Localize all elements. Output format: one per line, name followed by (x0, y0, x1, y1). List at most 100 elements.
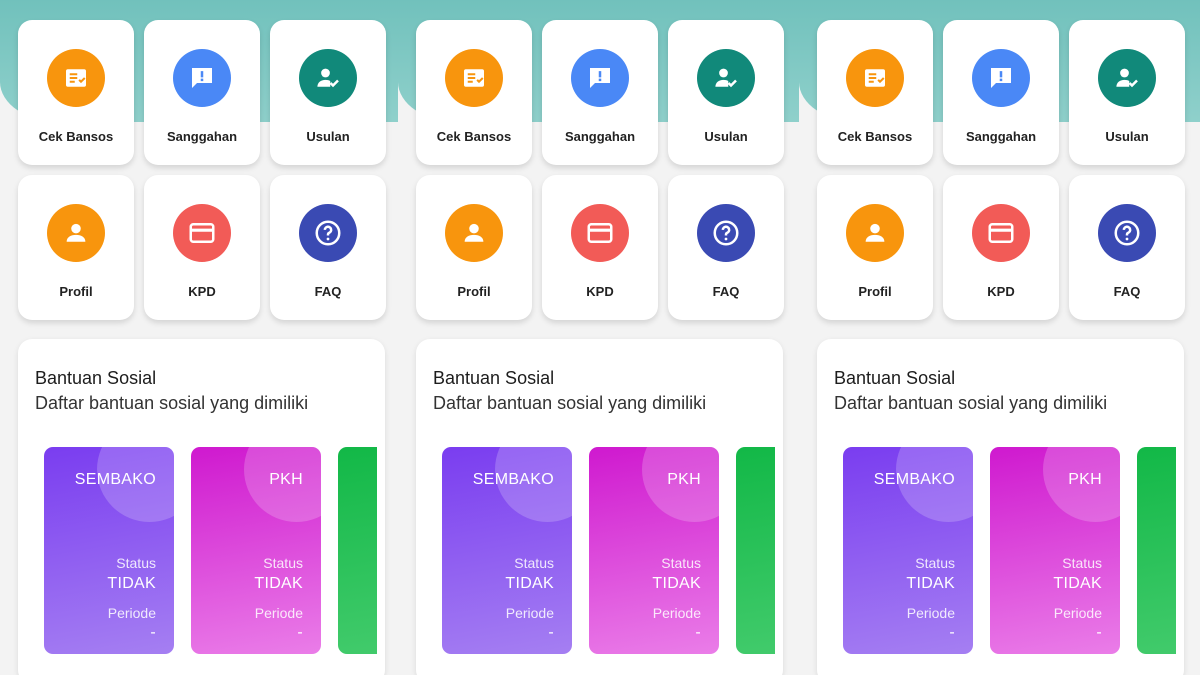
program-card-pkh[interactable]: PKH Status TIDAK Periode - (990, 447, 1120, 654)
status-value: TIDAK (254, 575, 303, 592)
menu-grid: Cek Bansos Sanggahan Usulan Profil KPD F… (18, 20, 386, 320)
menu-label: FAQ (1113, 284, 1141, 299)
user-check-icon (697, 49, 755, 107)
menu-item-usulan[interactable]: Usulan (270, 20, 386, 165)
checklist-icon (445, 49, 503, 107)
menu-label: Sanggahan (166, 129, 238, 144)
menu-label: Profil (858, 284, 892, 299)
periode-label: Periode (652, 605, 701, 621)
status-label: Status (263, 555, 303, 571)
program-card-partial[interactable] (1137, 447, 1176, 654)
program-card-sembako[interactable]: SEMBAKO Status TIDAK Periode - (843, 447, 973, 654)
program-card-pkh[interactable]: PKH Status TIDAK Periode - (191, 447, 321, 654)
menu-label: KPD (188, 284, 216, 299)
periode-value: - (548, 624, 554, 641)
person-icon (47, 204, 105, 262)
menu-label: FAQ (314, 284, 342, 299)
person-icon (445, 204, 503, 262)
status-label: Status (514, 555, 554, 571)
menu-item-profil[interactable]: Profil (416, 175, 532, 320)
menu-label: Profil (59, 284, 93, 299)
menu-item-usulan[interactable]: Usulan (668, 20, 784, 165)
screenshot-strip: Cek Bansos Sanggahan Usulan Profil KPD F… (0, 0, 1200, 675)
periode-value: - (297, 624, 303, 641)
person-icon (846, 204, 904, 262)
program-card-sembako[interactable]: SEMBAKO Status TIDAK Periode - (44, 447, 174, 654)
menu-item-sanggahan[interactable]: Sanggahan (144, 20, 260, 165)
user-check-icon (1098, 49, 1156, 107)
status-value: TIDAK (1053, 575, 1102, 592)
app-screen: Cek Bansos Sanggahan Usulan Profil KPD F… (0, 0, 398, 675)
menu-label: KPD (586, 284, 614, 299)
periode-label: Periode (906, 605, 955, 621)
menu-label: Sanggahan (965, 129, 1037, 144)
periode-value: - (1096, 624, 1102, 641)
menu-item-faq[interactable]: FAQ (668, 175, 784, 320)
menu-grid: Cek Bansos Sanggahan Usulan Profil KPD F… (416, 20, 784, 320)
program-card-pkh[interactable]: PKH Status TIDAK Periode - (589, 447, 719, 654)
checklist-icon (846, 49, 904, 107)
periode-label: Periode (1053, 605, 1102, 621)
menu-label: Cek Bansos (38, 129, 114, 144)
program-name: PKH (667, 471, 701, 488)
status-label: Status (661, 555, 701, 571)
menu-label: Cek Bansos (837, 129, 913, 144)
menu-item-cek-bansos[interactable]: Cek Bansos (18, 20, 134, 165)
app-screen: Cek Bansos Sanggahan Usulan Profil KPD F… (799, 0, 1200, 675)
menu-grid: Cek Bansos Sanggahan Usulan Profil KPD F… (817, 20, 1185, 320)
menu-item-kpd[interactable]: KPD (542, 175, 658, 320)
checklist-icon (47, 49, 105, 107)
periode-label: Periode (107, 605, 156, 621)
program-carousel[interactable]: SEMBAKO Status TIDAK Periode - PKH Statu… (442, 447, 775, 655)
periode-value: - (695, 624, 701, 641)
menu-label: FAQ (712, 284, 740, 299)
menu-label: Usulan (1105, 129, 1149, 144)
menu-item-sanggahan[interactable]: Sanggahan (542, 20, 658, 165)
bantuan-sosial-card: Bantuan Sosial Daftar bantuan sosial yan… (18, 339, 385, 675)
feedback-icon (571, 49, 629, 107)
credit-card-icon (173, 204, 231, 262)
credit-card-icon (571, 204, 629, 262)
help-icon (697, 204, 755, 262)
status-value: TIDAK (505, 575, 554, 592)
menu-label: Usulan (306, 129, 350, 144)
menu-item-usulan[interactable]: Usulan (1069, 20, 1185, 165)
section-title: Bantuan Sosial (433, 368, 555, 388)
program-carousel[interactable]: SEMBAKO Status TIDAK Periode - PKH Statu… (843, 447, 1176, 655)
status-value: TIDAK (652, 575, 701, 592)
menu-label: Usulan (704, 129, 748, 144)
status-value: TIDAK (906, 575, 955, 592)
program-carousel[interactable]: SEMBAKO Status TIDAK Periode - PKH Statu… (44, 447, 377, 655)
menu-label: Cek Bansos (436, 129, 512, 144)
menu-item-profil[interactable]: Profil (817, 175, 933, 320)
program-card-partial[interactable] (736, 447, 775, 654)
program-name: SEMBAKO (873, 471, 955, 488)
program-name: PKH (1068, 471, 1102, 488)
status-label: Status (116, 555, 156, 571)
menu-item-faq[interactable]: FAQ (270, 175, 386, 320)
bantuan-sosial-card: Bantuan Sosial Daftar bantuan sosial yan… (817, 339, 1184, 675)
section-title: Bantuan Sosial (35, 368, 157, 388)
menu-item-sanggahan[interactable]: Sanggahan (943, 20, 1059, 165)
help-icon (299, 204, 357, 262)
status-label: Status (915, 555, 955, 571)
program-card-sembako[interactable]: SEMBAKO Status TIDAK Periode - (442, 447, 572, 654)
menu-item-kpd[interactable]: KPD (144, 175, 260, 320)
menu-label: Sanggahan (564, 129, 636, 144)
menu-item-cek-bansos[interactable]: Cek Bansos (416, 20, 532, 165)
section-subtitle: Daftar bantuan sosial yang dimiliki (834, 393, 1108, 413)
periode-label: Periode (505, 605, 554, 621)
menu-item-cek-bansos[interactable]: Cek Bansos (817, 20, 933, 165)
menu-item-kpd[interactable]: KPD (943, 175, 1059, 320)
section-title: Bantuan Sosial (834, 368, 956, 388)
program-name: SEMBAKO (472, 471, 554, 488)
section-subtitle: Daftar bantuan sosial yang dimiliki (433, 393, 707, 413)
menu-item-profil[interactable]: Profil (18, 175, 134, 320)
feedback-icon (173, 49, 231, 107)
section-subtitle: Daftar bantuan sosial yang dimiliki (35, 393, 309, 413)
periode-label: Periode (254, 605, 303, 621)
status-value: TIDAK (107, 575, 156, 592)
program-card-partial[interactable] (338, 447, 377, 654)
app-screen: Cek Bansos Sanggahan Usulan Profil KPD F… (398, 0, 799, 675)
menu-item-faq[interactable]: FAQ (1069, 175, 1185, 320)
